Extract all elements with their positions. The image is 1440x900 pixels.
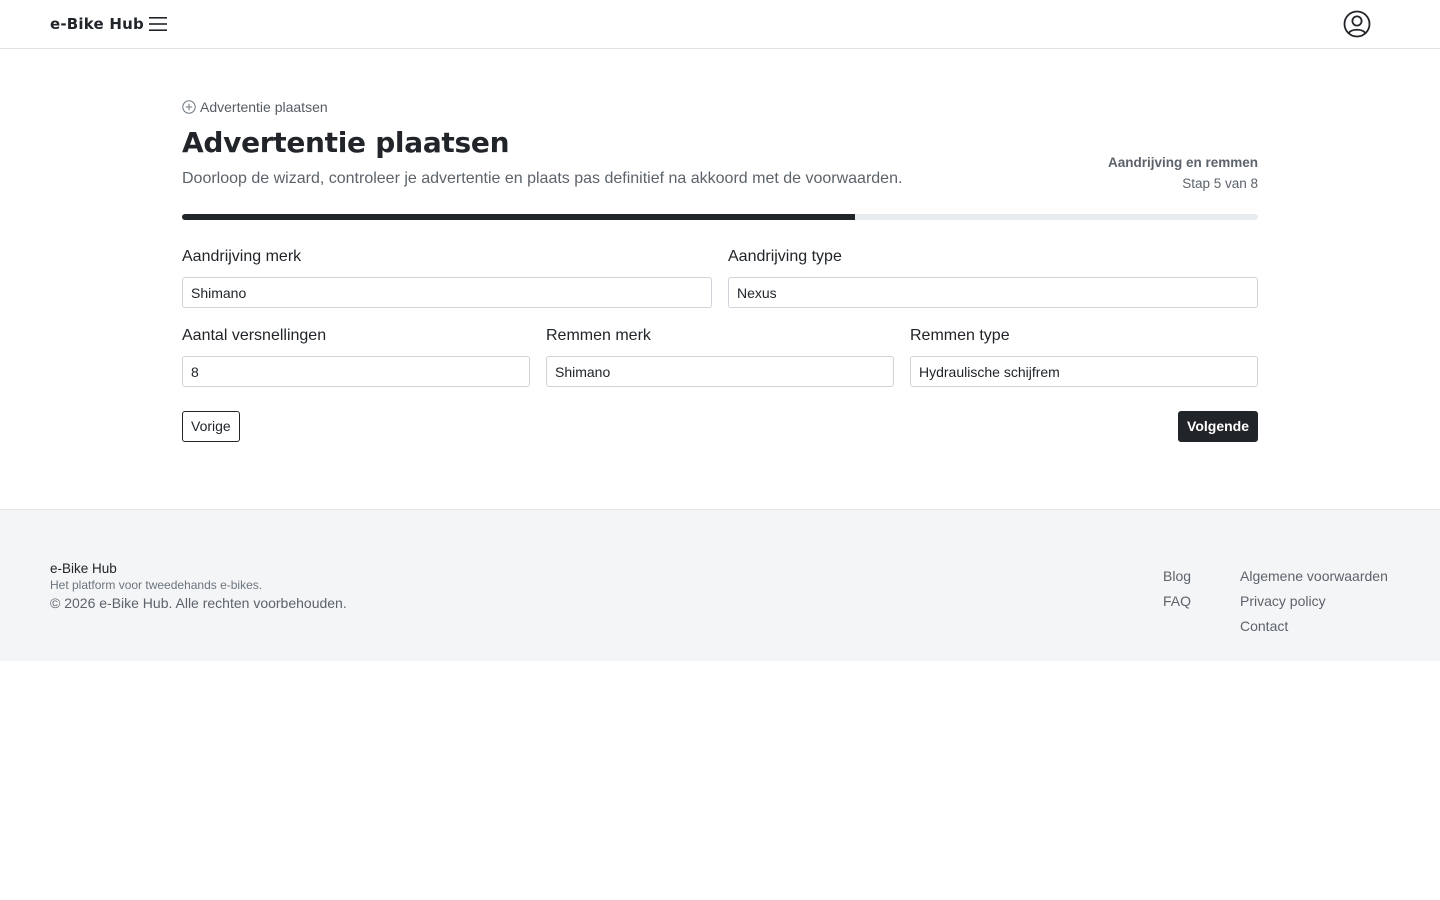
hamburger-menu-icon[interactable] (149, 15, 167, 33)
user-circle-icon[interactable] (1343, 10, 1371, 38)
gears-input[interactable] (182, 356, 530, 387)
footer-link-contact[interactable]: Contact (1240, 614, 1388, 639)
site-footer: e-Bike Hub Het platform voor tweedehands… (0, 509, 1440, 661)
drive-brand-input[interactable] (182, 277, 712, 308)
drive-brand-field: Aandrijving merk (182, 247, 712, 308)
footer-link-privacy[interactable]: Privacy policy (1240, 589, 1388, 614)
brake-brand-field: Remmen merk (546, 326, 894, 387)
breadcrumb: Advertentie plaatsen (182, 99, 328, 115)
brake-brand-input[interactable] (546, 356, 894, 387)
gears-label: Aantal versnellingen (182, 327, 327, 344)
wizard-progress-bar (182, 214, 1258, 220)
brake-brand-label: Remmen merk (546, 327, 651, 344)
drive-type-label: Aandrijving type (728, 248, 842, 265)
footer-tagline: Het platform voor tweedehands e-bikes. (50, 578, 263, 592)
footer-links-primary: Blog FAQ (1163, 564, 1191, 614)
brand-logo[interactable]: e-Bike Hub (50, 15, 144, 33)
gears-field: Aantal versnellingen (182, 326, 530, 387)
page-description: Doorloop de wizard, controleer je advert… (182, 170, 903, 187)
step-name: Aandrijving en remmen (1107, 155, 1258, 170)
footer-copyright: © 2026 e-Bike Hub. Alle rechten voorbeho… (50, 595, 347, 611)
page-title: Advertentie plaatsen (182, 126, 510, 159)
step-indicator: Aandrijving en remmen Stap 5 van 8 (1108, 152, 1258, 194)
brake-type-field: Remmen type (910, 326, 1258, 387)
next-button[interactable]: Volgende (1178, 411, 1258, 442)
footer-link-blog[interactable]: Blog (1163, 564, 1191, 589)
footer-links-legal: Algemene voorwaarden Privacy policy Cont… (1240, 564, 1388, 639)
drive-type-field: Aandrijving type (728, 247, 1258, 308)
drive-brand-label: Aandrijving merk (182, 248, 302, 265)
footer-link-terms[interactable]: Algemene voorwaarden (1240, 564, 1388, 589)
footer-link-faq[interactable]: FAQ (1163, 589, 1191, 614)
top-navbar: e-Bike Hub (0, 0, 1440, 49)
breadcrumb-label: Advertentie plaatsen (200, 99, 328, 115)
step-counter: Stap 5 van 8 (1182, 176, 1258, 191)
plus-circle-icon (182, 100, 196, 114)
brake-type-input[interactable] (910, 356, 1258, 387)
brake-type-label: Remmen type (910, 327, 1010, 344)
previous-button[interactable]: Vorige (182, 411, 240, 442)
drive-type-input[interactable] (728, 277, 1258, 308)
footer-brand: e-Bike Hub (50, 561, 117, 576)
wizard-progress-fill (182, 214, 855, 220)
